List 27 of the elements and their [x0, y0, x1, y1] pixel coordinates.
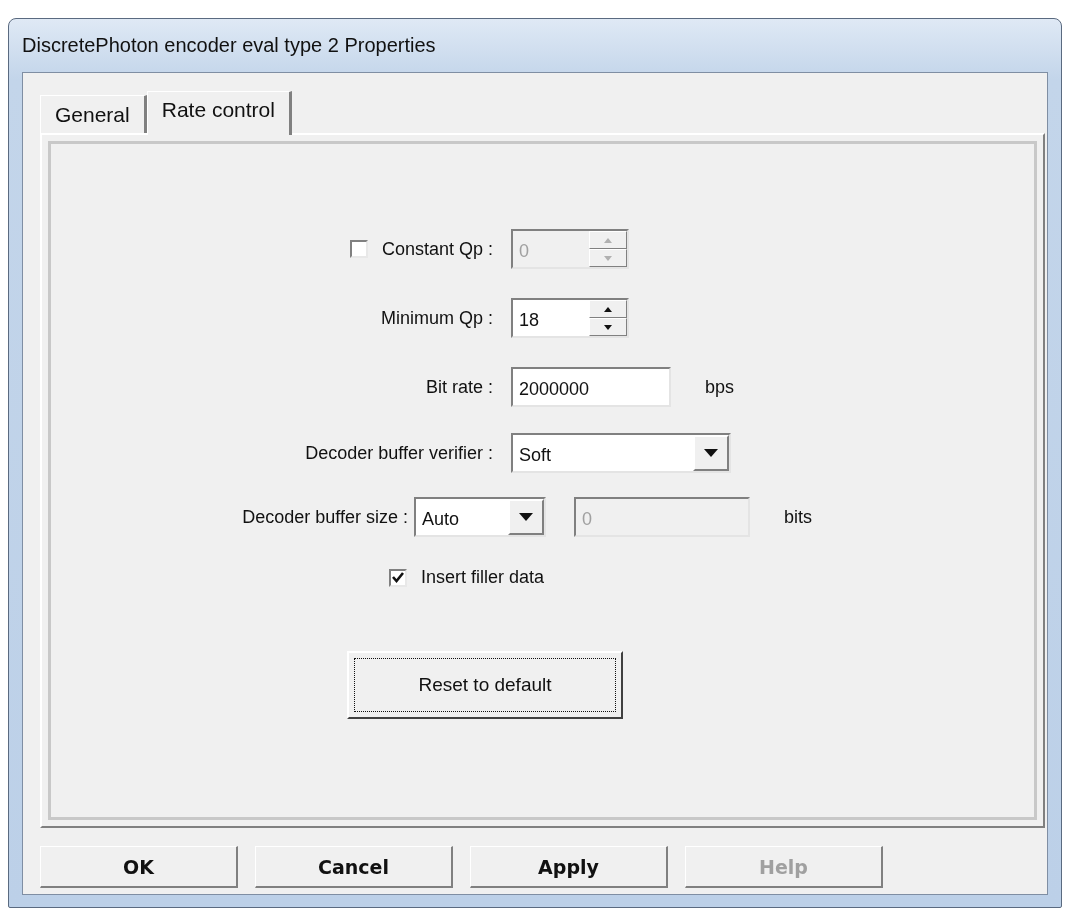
caret-icon	[704, 449, 718, 457]
dialog-button[interactable]: Apply	[470, 846, 668, 888]
input-field[interactable]: 2000000	[511, 367, 671, 407]
field-label: Bit rate :	[425, 376, 493, 398]
unit-label: bps	[705, 376, 735, 398]
down-arrow-icon	[604, 324, 612, 330]
caret-icon	[519, 513, 533, 521]
tab[interactable]: Rate control	[146, 91, 292, 135]
checkbox-label: Insert filler data	[421, 567, 545, 588]
window-title: DiscretePhoton encoder eval type 2 Properties	[22, 33, 437, 58]
reset-button[interactable]: Reset to default	[347, 651, 623, 719]
field-label: Decoder buffer verifier :	[305, 442, 493, 464]
spin-field[interactable]: 18	[511, 298, 629, 338]
up-arrow-icon	[604, 306, 612, 312]
field-label: Constant Qp :	[381, 238, 493, 260]
dialog-button[interactable]: OK	[40, 846, 238, 888]
check-icon	[392, 572, 404, 583]
down-arrow-icon	[604, 255, 612, 261]
up-arrow-icon	[604, 237, 612, 243]
field-label: Decoder buffer size :	[242, 506, 408, 528]
checkbox[interactable]	[389, 568, 407, 587]
unit-label: bits	[784, 506, 812, 528]
field-label: Minimum Qp :	[380, 307, 493, 329]
tab[interactable]: General	[40, 95, 147, 133]
dropdown[interactable]: Soft	[511, 433, 731, 473]
dialog-button[interactable]: Cancel	[255, 846, 453, 888]
dropdown[interactable]: Auto	[414, 497, 546, 537]
